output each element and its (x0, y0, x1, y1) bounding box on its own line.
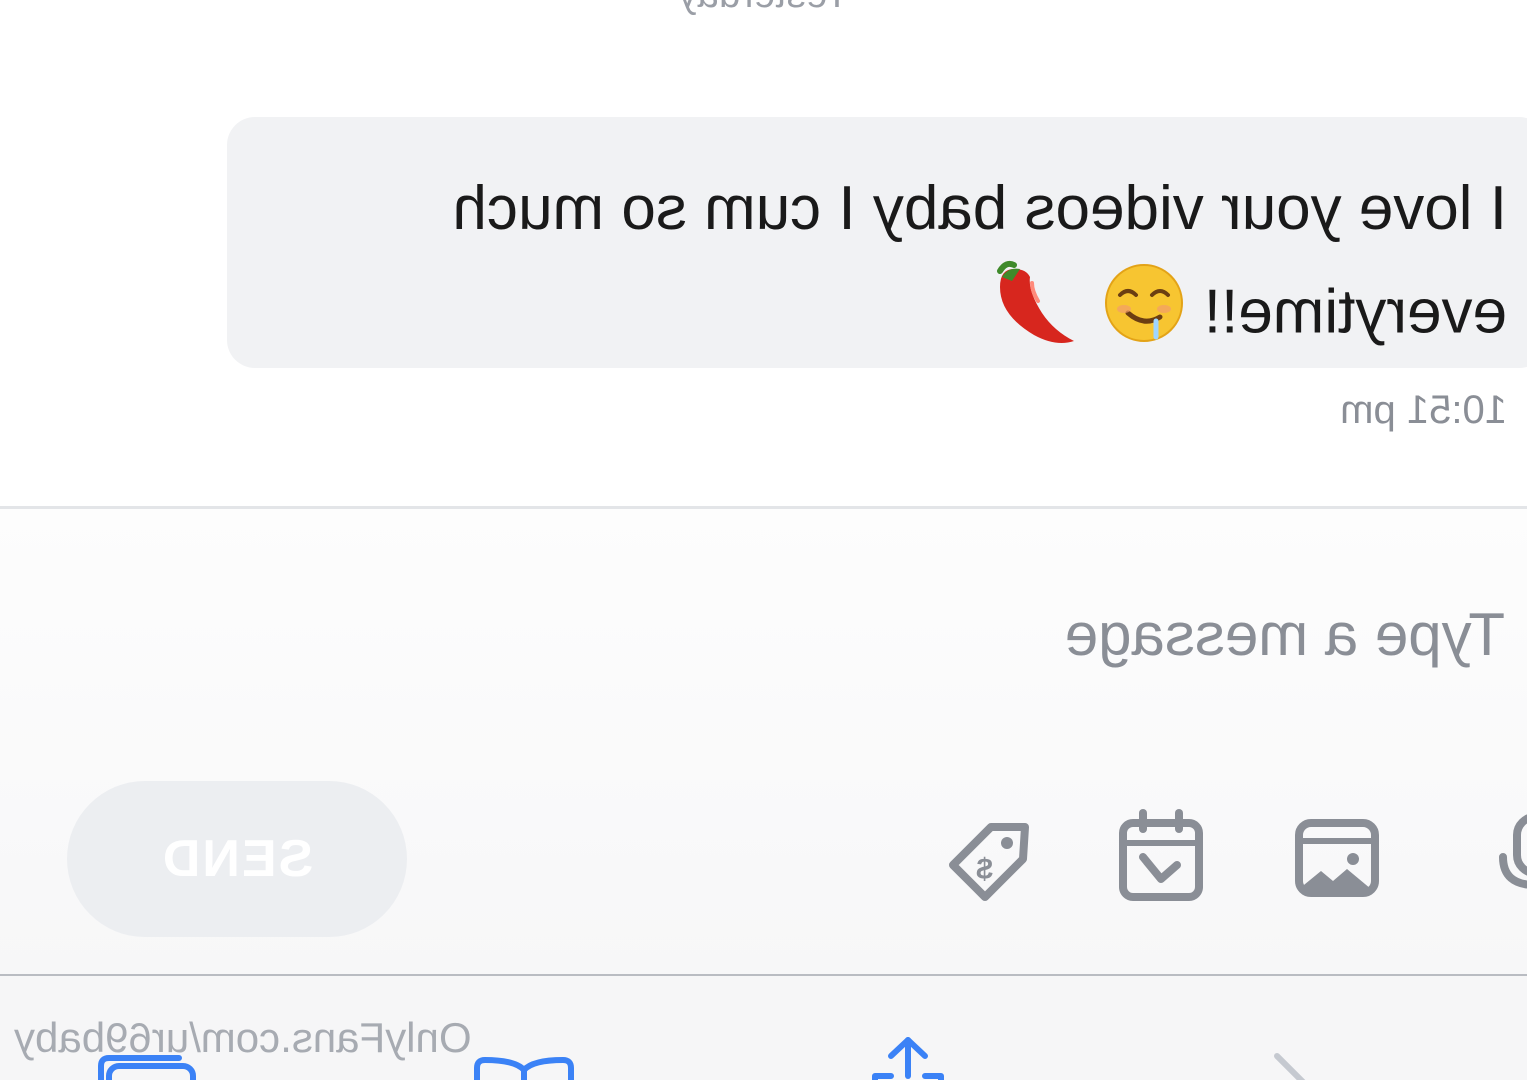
price-tag-icon[interactable]: $ (943, 809, 1039, 905)
message-input[interactable] (805, 599, 1527, 669)
day-separator-label: Yesterday (0, 0, 1527, 17)
bookmarks-icon[interactable] (469, 1036, 579, 1080)
calendar-icon[interactable] (1113, 809, 1209, 905)
back-icon[interactable] (1217, 1036, 1327, 1080)
hot-pepper-emoji-icon (988, 255, 1084, 377)
send-button[interactable]: SEND (67, 781, 407, 937)
svg-text:$: $ (976, 853, 993, 886)
message-text: I love your videos baby I cum so much ev… (327, 163, 1507, 377)
tabs-icon[interactable] (91, 1036, 201, 1080)
image-icon[interactable] (1289, 809, 1385, 905)
drooling-face-emoji-icon (1102, 261, 1186, 371)
message-body: I love your videos baby I cum so much ev… (452, 174, 1507, 347)
message-bubble[interactable]: I love your videos baby I cum so much ev… (227, 117, 1527, 368)
share-icon[interactable] (853, 1036, 963, 1080)
chat-screen: Yesterday I love your videos baby I cum … (0, 0, 1527, 1080)
message-timestamp: 10:51 pm (1340, 388, 1507, 432)
browser-bottom-bar: OnlyFans.com/ur69baby (0, 976, 1527, 1080)
message-composer: $ SEND (0, 509, 1527, 974)
mic-icon[interactable] (1487, 809, 1527, 905)
url-text[interactable]: OnlyFans.com/ur69baby (14, 1014, 472, 1062)
